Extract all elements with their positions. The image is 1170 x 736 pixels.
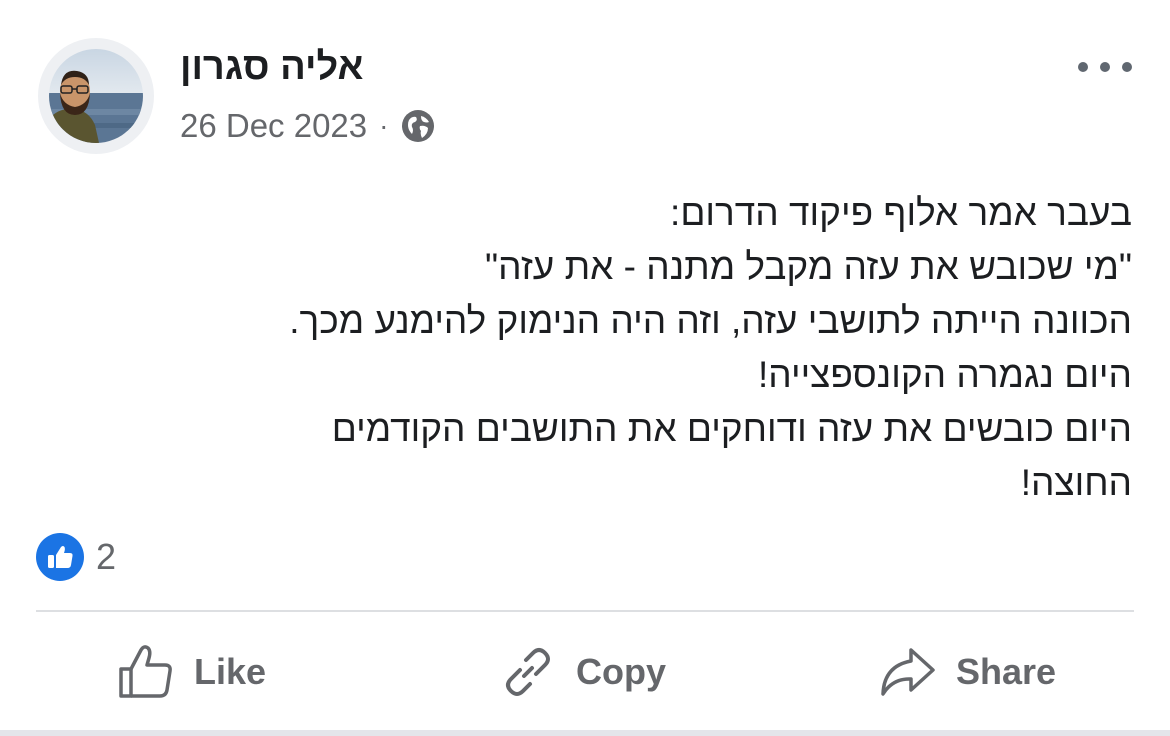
share-button[interactable]: Share bbox=[878, 632, 1056, 712]
copy-button[interactable]: Copy bbox=[498, 632, 666, 712]
share-label: Share bbox=[956, 651, 1057, 692]
more-dot bbox=[1078, 62, 1088, 72]
share-arrow-icon bbox=[881, 648, 935, 696]
globe-icon[interactable] bbox=[400, 108, 436, 144]
profile-photo bbox=[49, 49, 143, 143]
more-options-icon[interactable] bbox=[1078, 54, 1132, 80]
post-text-line: בעבר אמר אלוף פיקוד הדרום: bbox=[670, 192, 1132, 233]
post-text-line: "מי שכובש את עזה מקבל מתנה - את עזה" bbox=[484, 246, 1132, 287]
more-dot bbox=[1122, 62, 1132, 72]
author-name[interactable]: אליה סגרון bbox=[180, 46, 363, 89]
post-text-line: החוצה! bbox=[1020, 462, 1132, 503]
meta-separator: · bbox=[379, 110, 389, 141]
thumbs-up-icon bbox=[36, 533, 84, 581]
avatar[interactable] bbox=[38, 38, 154, 154]
post-text: בעבר אמר אלוף פיקוד הדרום: "מי שכובש את … bbox=[32, 186, 1132, 510]
more-dot bbox=[1100, 62, 1110, 72]
like-button[interactable]: Like bbox=[116, 632, 266, 712]
thumbs-up-icon bbox=[119, 645, 172, 698]
copy-label: Copy bbox=[576, 651, 666, 692]
post-date[interactable]: 26 Dec 2023 bbox=[180, 107, 367, 145]
action-bar: Like Copy Share bbox=[0, 632, 1170, 712]
post-meta: 26 Dec 2023 · bbox=[180, 106, 436, 146]
post-text-line: היום כובשים את עזה ודוחקים את התושבים הק… bbox=[331, 408, 1132, 449]
bottom-separator bbox=[0, 730, 1170, 736]
post-text-line: היום נגמרה הקונספצייה! bbox=[757, 354, 1132, 395]
divider bbox=[36, 610, 1134, 612]
post-text-line: הכוונה הייתה לתושבי עזה, וזה היה הנימוק … bbox=[289, 300, 1132, 341]
link-icon bbox=[506, 648, 550, 696]
like-label: Like bbox=[194, 651, 267, 692]
post-card: אליה סגרון 26 Dec 2023 · בעבר אמר אלוף פ… bbox=[0, 0, 1170, 736]
reaction-count: 2 bbox=[96, 536, 117, 577]
reactions-summary[interactable]: 2 bbox=[36, 532, 116, 582]
